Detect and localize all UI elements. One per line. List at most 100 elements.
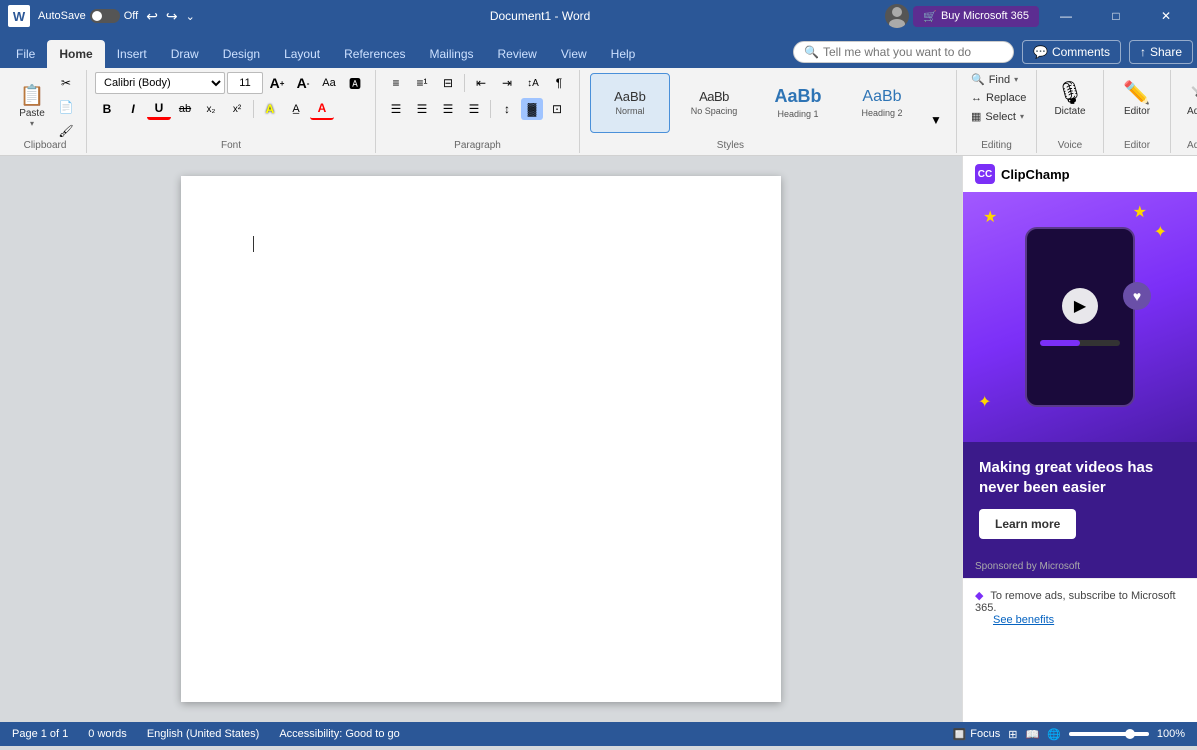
font-size-input[interactable] <box>227 72 263 94</box>
style-no-spacing[interactable]: AaBb No Spacing <box>674 73 754 133</box>
tab-view[interactable]: View <box>549 40 599 68</box>
tab-file[interactable]: File <box>4 40 47 68</box>
focus-button[interactable]: 🔲 Focus <box>953 728 1001 741</box>
numbered-list-button[interactable]: ≡¹ <box>410 72 434 94</box>
maximize-button[interactable]: □ <box>1093 0 1139 32</box>
subscript-button[interactable]: x₂ <box>199 98 223 120</box>
bullet-list-button[interactable]: ≡ <box>384 72 408 94</box>
paragraph-label: Paragraph <box>454 140 501 153</box>
editing-label: Editing <box>981 140 1012 153</box>
minimize-button[interactable]: — <box>1043 0 1089 32</box>
replace-icon: ↔ <box>971 92 982 104</box>
see-benefits-link[interactable]: See benefits <box>975 614 1054 626</box>
styles-more-button[interactable]: ▼ <box>924 109 948 131</box>
italic-button[interactable]: I <box>121 98 145 120</box>
styles-label: Styles <box>717 140 744 153</box>
show-hide-button[interactable]: ¶ <box>547 72 571 94</box>
focus-icon: 🔲 <box>953 728 967 741</box>
word-count: 0 words <box>88 728 127 740</box>
document-page[interactable] <box>181 176 781 702</box>
align-right-button[interactable]: ☰ <box>436 98 460 120</box>
line-spacing-button[interactable]: ↕ <box>495 98 519 120</box>
undo-btn[interactable]: ↩ <box>146 8 158 25</box>
tab-layout[interactable]: Layout <box>272 40 332 68</box>
justify-button[interactable]: ☰ <box>462 98 486 120</box>
layout-view-button[interactable]: ⊞ <box>1008 728 1017 741</box>
sort-button[interactable]: ↕A <box>521 72 545 94</box>
learn-more-button[interactable]: Learn more <box>979 509 1076 539</box>
more-btn[interactable]: ⌄ <box>186 10 195 23</box>
share-icon: ↑ <box>1140 45 1146 59</box>
zoom-slider[interactable] <box>1069 732 1149 736</box>
decrease-indent-button[interactable]: ⇤ <box>469 72 493 94</box>
style-normal[interactable]: AaBb Normal <box>590 73 670 133</box>
accessibility-status: Accessibility: Good to go <box>279 728 399 740</box>
underline-button[interactable]: U <box>147 98 171 120</box>
superscript-button[interactable]: x² <box>225 98 249 120</box>
align-center-button[interactable]: ☰ <box>410 98 434 120</box>
style-heading2[interactable]: AaBb Heading 2 <box>842 73 922 133</box>
replace-button[interactable]: ↔ Replace <box>965 89 1032 107</box>
autosave-toggle[interactable]: AutoSave Off <box>38 9 138 23</box>
tab-insert[interactable]: Insert <box>105 40 159 68</box>
layout-icon: ⊞ <box>1008 728 1017 741</box>
tab-references[interactable]: References <box>332 40 417 68</box>
tab-draw[interactable]: Draw <box>159 40 211 68</box>
tab-help[interactable]: Help <box>599 40 648 68</box>
dictate-button[interactable]: 🎙 Dictate <box>1045 70 1095 126</box>
change-case-button[interactable]: Aa <box>317 72 341 94</box>
clear-formatting-button[interactable]: 🅰 <box>343 72 367 94</box>
style-nospacing-label: No Spacing <box>691 106 738 116</box>
strikethrough-button[interactable]: ab <box>173 98 197 120</box>
format-painter-button[interactable]: 🖌 <box>54 120 78 142</box>
star4-icon: ★ <box>1133 202 1147 222</box>
web-view-button[interactable]: 🌐 <box>1047 728 1061 741</box>
borders-button[interactable]: ⊡ <box>545 98 569 120</box>
title-bar: W AutoSave Off ↩ ↪ ⌄ Document1 - Word 🛒 … <box>0 0 1197 32</box>
paste-dropdown[interactable]: ▾ <box>30 119 34 128</box>
align-left-button[interactable]: ☰ <box>384 98 408 120</box>
bold-button[interactable]: B <box>95 98 119 120</box>
editor-button[interactable]: ✏️ Editor <box>1112 70 1162 126</box>
reader-view-button[interactable]: 📖 <box>1025 728 1039 741</box>
tab-home[interactable]: Home <box>47 40 104 68</box>
user-avatar[interactable] <box>885 4 909 28</box>
redo-btn[interactable]: ↪ <box>166 8 178 25</box>
text-effects-button[interactable]: A <box>258 98 282 120</box>
tab-design[interactable]: Design <box>211 40 272 68</box>
multilevel-list-button[interactable]: ⊟ <box>436 72 460 94</box>
tab-review[interactable]: Review <box>486 40 549 68</box>
style-heading1[interactable]: AaBb Heading 1 <box>758 73 838 133</box>
word-logo: W <box>8 5 30 27</box>
addins-section-label: Add-ins <box>1187 140 1197 153</box>
share-button[interactable]: ↑ Share <box>1129 40 1193 64</box>
search-box[interactable]: 🔍 <box>793 41 1014 63</box>
addins-button[interactable]: 🔌 Add-ins <box>1179 70 1197 126</box>
paste-button[interactable]: 📋 Paste ▾ <box>12 72 52 142</box>
close-button[interactable]: ✕ <box>1143 0 1189 32</box>
tab-mailings[interactable]: Mailings <box>417 40 485 68</box>
style-normal-label: Normal <box>615 106 644 116</box>
select-button[interactable]: ▦ Select ▾ <box>965 107 1030 126</box>
shading-button[interactable]: ▓ <box>521 98 543 120</box>
font-grow-button[interactable]: A+ <box>265 72 289 94</box>
cut-button[interactable]: ✂ <box>54 72 78 94</box>
font-name-select[interactable]: Calibri (Body) <box>95 72 225 94</box>
font-color-button[interactable]: A <box>310 98 334 120</box>
font-shrink-button[interactable]: A- <box>291 72 315 94</box>
font-row1: Calibri (Body) A+ A- Aa 🅰 <box>95 70 367 96</box>
highlight-color-button[interactable]: A̲ <box>284 98 308 120</box>
autosave-pill[interactable] <box>90 9 120 23</box>
replace-label: Replace <box>986 92 1026 104</box>
find-button[interactable]: 🔍 Find ▾ <box>965 70 1024 89</box>
select-label: Select <box>985 111 1016 123</box>
increase-indent-button[interactable]: ⇥ <box>495 72 519 94</box>
page-container[interactable] <box>0 156 962 722</box>
comments-button[interactable]: 💬 Comments <box>1022 40 1121 64</box>
search-input[interactable] <box>823 45 1003 59</box>
editor-label-section: Editor <box>1124 140 1150 153</box>
zoom-knob[interactable] <box>1125 729 1135 739</box>
buy-microsoft-button[interactable]: 🛒 Buy Microsoft 365 <box>913 6 1039 27</box>
copy-button[interactable]: 📄 <box>54 96 78 118</box>
star2-icon: ✦ <box>1154 222 1167 242</box>
